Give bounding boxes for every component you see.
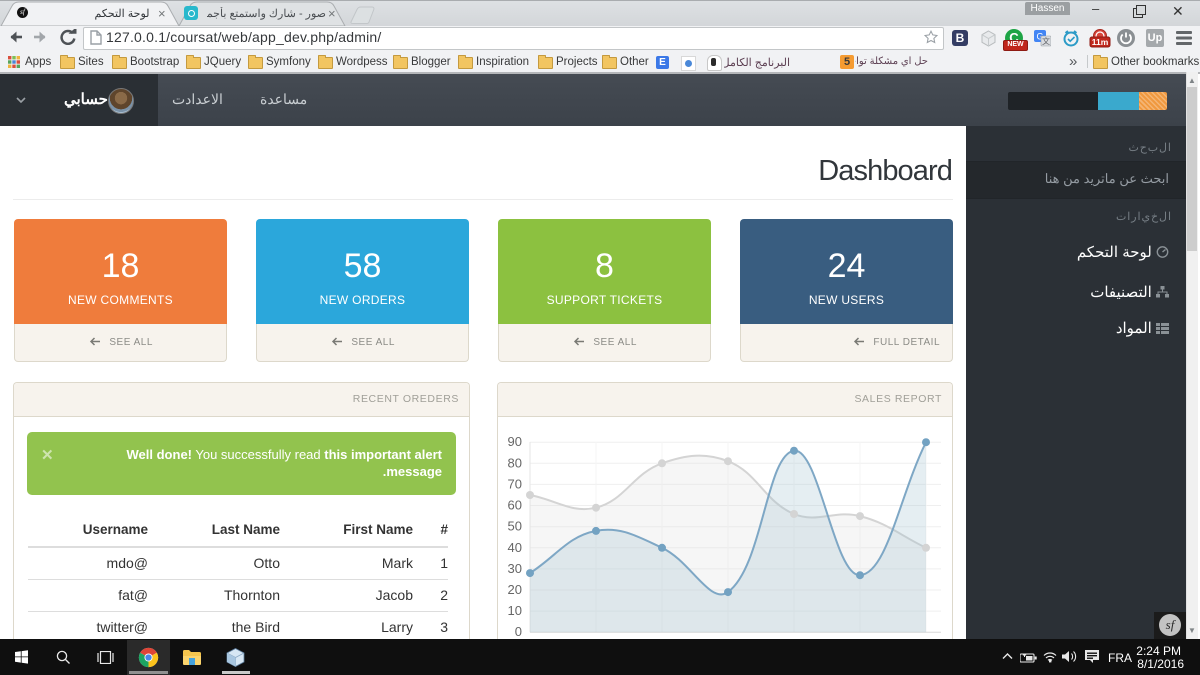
svg-text:10: 10 bbox=[508, 603, 522, 618]
svg-text:20: 20 bbox=[508, 582, 522, 597]
svg-text:11m: 11m bbox=[1092, 37, 1109, 47]
svg-text:70: 70 bbox=[508, 476, 522, 491]
svg-text:30: 30 bbox=[508, 561, 522, 576]
svg-text:80: 80 bbox=[508, 455, 522, 470]
svg-text:90: 90 bbox=[508, 434, 522, 449]
svg-text:60: 60 bbox=[508, 498, 522, 513]
svg-text:50: 50 bbox=[508, 519, 522, 534]
svg-text:文: 文 bbox=[1042, 36, 1050, 46]
svg-text:40: 40 bbox=[508, 540, 522, 555]
svg-text:0: 0 bbox=[515, 624, 522, 639]
